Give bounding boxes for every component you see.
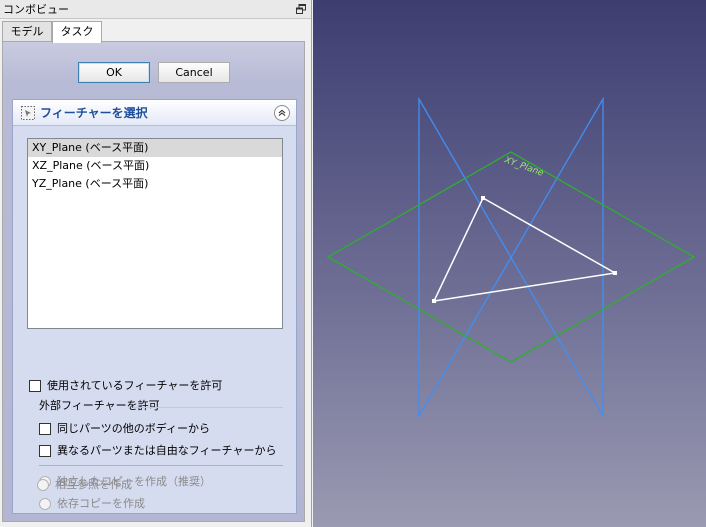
3d-scene: XY_Plane <box>326 96 696 419</box>
dependent-copy-radio[interactable] <box>39 498 51 510</box>
group-divider <box>133 407 283 408</box>
different-part-label: 異なるパーツまたは自由なフィーチャーから <box>57 444 277 457</box>
sketch-vertex[interactable] <box>432 299 436 303</box>
different-part-checkbox[interactable] <box>39 445 51 457</box>
task-panel: OK Cancel フィーチャーを選択 XY_Plane (ベース平面) XZ_… <box>2 41 305 522</box>
3d-viewport[interactable]: XY_Plane <box>313 0 706 527</box>
cancel-button[interactable]: Cancel <box>158 62 230 83</box>
feature-select-icon <box>21 106 35 120</box>
feature-list[interactable]: XY_Plane (ベース平面) XZ_Plane (ベース平面) YZ_Pla… <box>27 138 283 329</box>
tab-model[interactable]: モデル <box>2 21 52 42</box>
float-window-icon[interactable] <box>296 4 306 14</box>
cross-reference-label: 相互参照を作成 <box>55 478 132 491</box>
combo-view-panel: コンボビュー モデル タスク OK Cancel フィーチャーを選択 XY_Pl… <box>0 0 312 527</box>
sketch-vertex[interactable] <box>481 196 485 200</box>
dependent-copy-label: 依存コピーを作成 <box>57 497 145 510</box>
combo-view-titlebar: コンボビュー <box>0 0 311 19</box>
list-item-xz-plane[interactable]: XZ_Plane (ベース平面) <box>28 157 282 175</box>
select-feature-header: フィーチャーを選択 <box>13 100 296 126</box>
same-part-other-bodies-label: 同じパーツの他のボディーから <box>57 422 211 435</box>
ok-button[interactable]: OK <box>78 62 150 83</box>
tab-task[interactable]: タスク <box>52 21 102 43</box>
same-part-other-bodies-checkbox[interactable] <box>39 423 51 435</box>
list-item-xy-plane[interactable]: XY_Plane (ベース平面) <box>28 139 282 157</box>
window-title: コンボビュー <box>3 3 69 16</box>
cross-reference-radio[interactable] <box>37 479 49 491</box>
sketch-triangle[interactable] <box>432 196 618 302</box>
list-item-yz-plane[interactable]: YZ_Plane (ベース平面) <box>28 175 282 193</box>
allow-used-features-checkbox[interactable] <box>29 380 41 392</box>
separator-line <box>39 465 283 466</box>
sketch-vertex[interactable] <box>613 271 617 275</box>
collapse-chevron-icon[interactable] <box>274 105 290 121</box>
select-feature-title: フィーチャーを選択 <box>40 106 148 120</box>
tab-task-label: タスク <box>60 25 94 38</box>
tab-model-label: モデル <box>10 25 44 38</box>
select-feature-box: フィーチャーを選択 XY_Plane (ベース平面) XZ_Plane (ベース… <box>12 99 297 514</box>
external-features-group-label: 外部フィーチャーを許可 <box>39 399 160 412</box>
allow-used-features-label: 使用されているフィーチャーを許可 <box>47 379 223 392</box>
